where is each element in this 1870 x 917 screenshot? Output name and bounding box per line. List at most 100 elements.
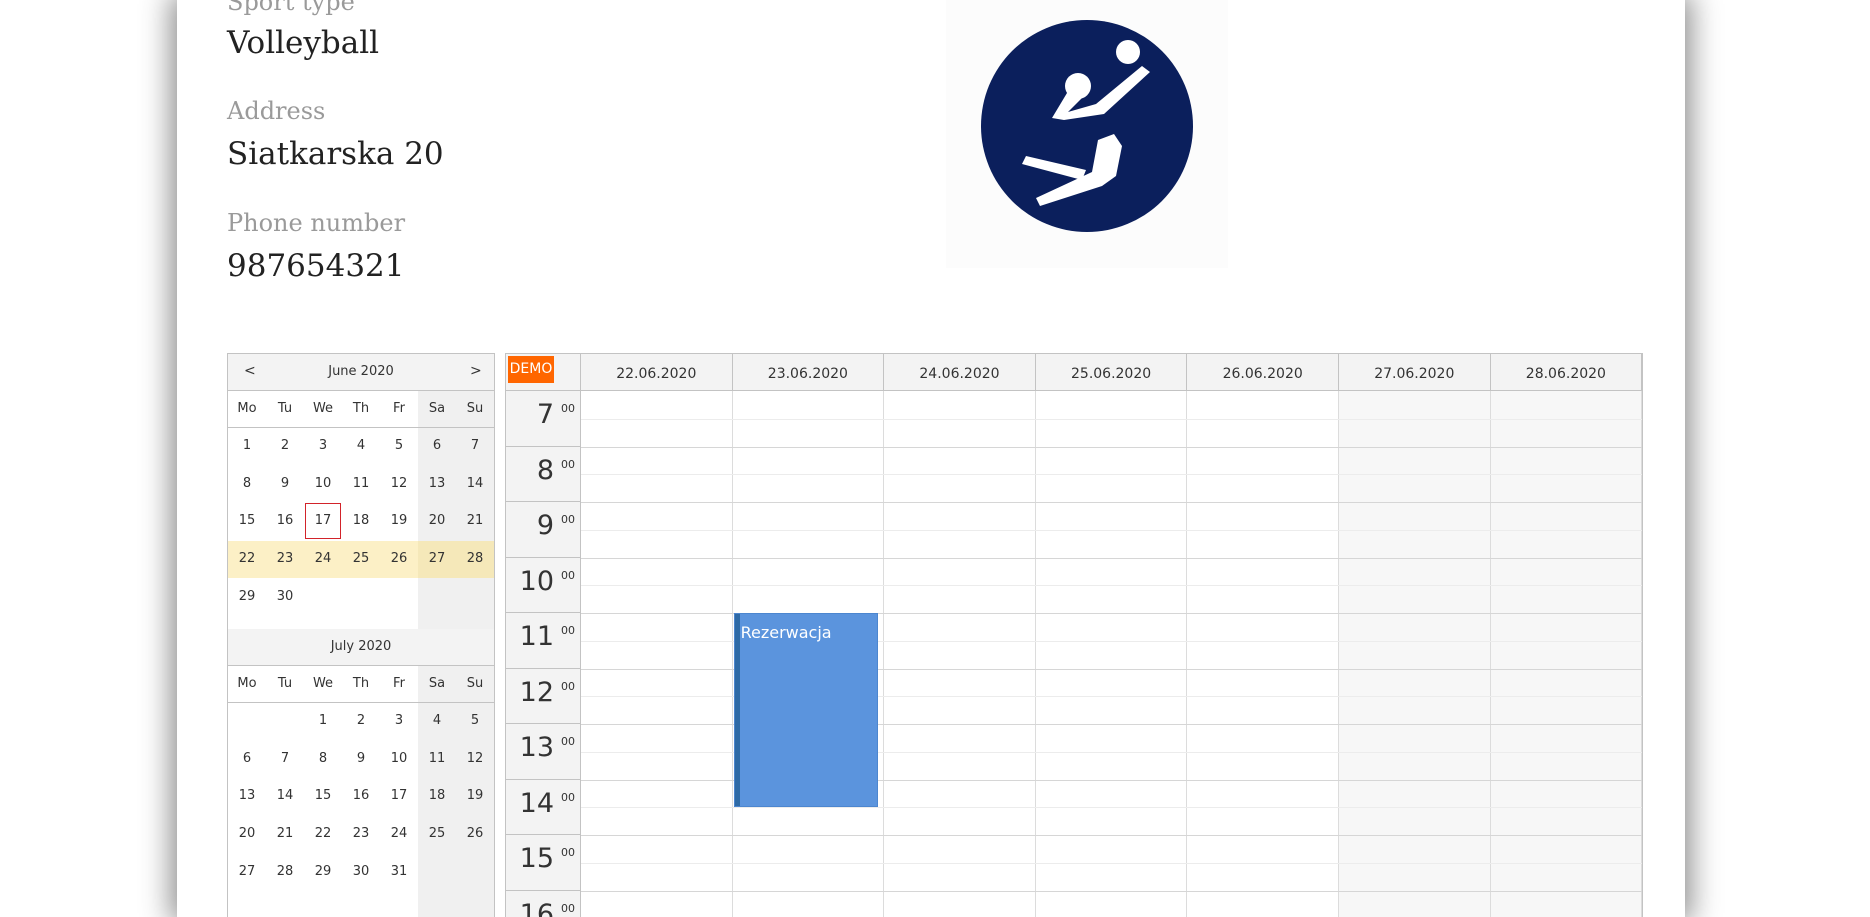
day-cell[interactable]: 28	[456, 551, 494, 566]
day-cell[interactable]: 6	[228, 751, 266, 766]
day-cell[interactable]: 21	[266, 826, 304, 841]
day-cell[interactable]: 9	[266, 476, 304, 491]
day-cell[interactable]: 25	[418, 826, 456, 841]
day-column[interactable]	[1187, 391, 1339, 917]
day-cell[interactable]: 16	[266, 513, 304, 528]
weekday-header: Sa	[428, 401, 446, 416]
day-column[interactable]	[1036, 391, 1188, 917]
weekday-header: Mo	[237, 676, 257, 691]
day-cell[interactable]: 27	[228, 864, 266, 879]
hour-header: 16 00	[506, 890, 581, 917]
hour-line	[581, 502, 1642, 503]
day-cell[interactable]: 24	[380, 826, 418, 841]
day-cell[interactable]: 17	[380, 788, 418, 803]
demo-badge: DEMO	[508, 356, 554, 383]
day-header[interactable]: 25.06.2020	[1035, 354, 1188, 391]
sport-type-label: Sport type	[227, 0, 355, 16]
day-cell[interactable]: 8	[304, 751, 342, 766]
day-cell[interactable]: 5	[456, 713, 494, 728]
day-cell[interactable]: 10	[304, 476, 342, 491]
day-cell[interactable]: 26	[456, 826, 494, 841]
minutes-label: 00	[561, 513, 575, 526]
day-cell[interactable]: 30	[266, 589, 304, 604]
day-header[interactable]: 23.06.2020	[732, 354, 885, 391]
hour-label: 16	[519, 898, 554, 917]
day-column[interactable]	[884, 391, 1036, 917]
day-cell[interactable]: 8	[228, 476, 266, 491]
day-cell[interactable]: 11	[342, 476, 380, 491]
day-column[interactable]	[1490, 391, 1643, 917]
day-cell[interactable]: 22	[304, 826, 342, 841]
day-cell[interactable]: 24	[304, 551, 342, 566]
reservation-event[interactable]: Rezerwacja	[733, 613, 879, 808]
day-cell[interactable]: 1	[304, 713, 342, 728]
day-cell[interactable]: 7	[266, 751, 304, 766]
day-cell[interactable]: 12	[456, 751, 494, 766]
day-cell[interactable]: 20	[228, 826, 266, 841]
day-cell[interactable]: 22	[228, 551, 266, 566]
day-cell[interactable]: 2	[342, 713, 380, 728]
day-cell[interactable]: 7	[456, 438, 494, 453]
day-cell[interactable]: 5	[380, 438, 418, 453]
day-cell[interactable]: 4	[342, 438, 380, 453]
day-cell[interactable]: 10	[380, 751, 418, 766]
day-header[interactable]: 26.06.2020	[1187, 354, 1339, 391]
day-column[interactable]	[1339, 391, 1491, 917]
minutes-label: 00	[561, 457, 575, 471]
day-cell[interactable]: 9	[342, 751, 380, 766]
day-cell[interactable]: 2	[266, 438, 304, 453]
day-cell[interactable]: 29	[304, 864, 342, 879]
day-cell[interactable]: 1	[228, 438, 266, 453]
day-cell[interactable]: 23	[342, 826, 380, 841]
hour-header: 13 00	[506, 724, 581, 780]
day-cell[interactable]: 3	[304, 438, 342, 453]
day-cell[interactable]: 19	[380, 513, 418, 528]
day-cell[interactable]: 25	[342, 551, 380, 566]
day-column[interactable]	[581, 391, 733, 917]
day-cell[interactable]: 20	[418, 513, 456, 528]
minutes-label: 00	[561, 901, 575, 915]
day-cell[interactable]: 3	[380, 713, 418, 728]
day-cell[interactable]: 4	[418, 713, 456, 728]
day-cell[interactable]: 28	[266, 864, 304, 879]
day-cell[interactable]: 23	[266, 551, 304, 566]
day-header[interactable]: 28.06.2020	[1490, 354, 1643, 391]
hour-line	[581, 835, 1642, 836]
day-cell[interactable]: 27	[418, 551, 456, 566]
day-cell[interactable]: 29	[228, 589, 266, 604]
event-title: Rezerwacja	[740, 623, 832, 642]
weekday-header: Su	[466, 401, 484, 416]
hour-label: 15	[519, 843, 554, 874]
day-cell[interactable]: 31	[380, 864, 418, 879]
day-cell[interactable]: 13	[228, 788, 266, 803]
day-header[interactable]: 27.06.2020	[1339, 354, 1491, 391]
day-header[interactable]: 22.06.2020	[581, 354, 733, 391]
hour-label: 9	[536, 510, 554, 541]
day-cell[interactable]: 11	[418, 751, 456, 766]
hour-line	[581, 557, 1642, 559]
day-cell[interactable]: 26	[380, 551, 418, 566]
day-cell[interactable]: 15	[304, 788, 342, 803]
day-cell[interactable]: 6	[418, 438, 456, 453]
day-cell[interactable]: 18	[418, 788, 456, 803]
minutes-label: 00	[561, 568, 575, 582]
day-cell[interactable]: 21	[456, 513, 494, 528]
day-cell[interactable]: 18	[342, 513, 380, 528]
day-cell[interactable]: 30	[342, 864, 380, 879]
day-cell[interactable]: 16	[342, 788, 380, 803]
event-side-bar	[734, 614, 740, 807]
day-header[interactable]: 24.06.2020	[884, 354, 1036, 391]
day-cell[interactable]: 14	[266, 788, 304, 803]
prev-month-button[interactable]: <	[244, 363, 256, 379]
next-month-button[interactable]: >	[470, 363, 482, 379]
day-cell[interactable]: 12	[380, 476, 418, 491]
day-cell[interactable]: 15	[228, 513, 266, 528]
day-cell[interactable]: 13	[418, 476, 456, 491]
weekday-header: Fr	[393, 676, 405, 691]
day-cell[interactable]: 17	[304, 513, 342, 528]
hour-header: 14 00	[506, 779, 581, 835]
day-cell[interactable]: 19	[456, 788, 494, 803]
hour-header: 15 00	[506, 835, 581, 891]
minutes-label: 00	[561, 790, 575, 804]
day-cell[interactable]: 14	[456, 476, 494, 491]
